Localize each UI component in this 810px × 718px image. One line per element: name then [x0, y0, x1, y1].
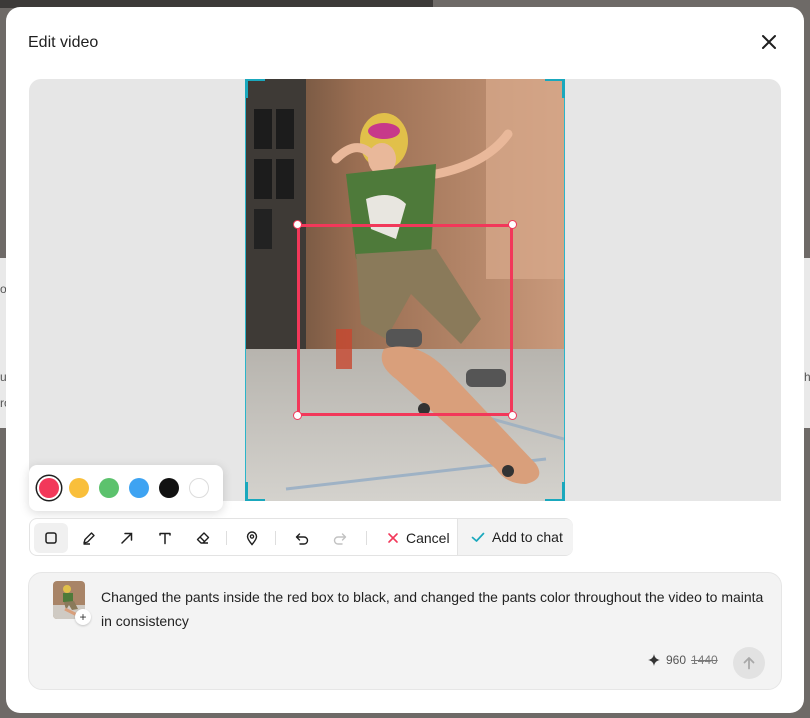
- prompt-box[interactable]: + Changed the pants inside the red box t…: [28, 572, 782, 690]
- toolbar-divider: [275, 531, 276, 545]
- toolbar-divider: [366, 531, 367, 545]
- check-icon: [471, 532, 485, 542]
- color-swatch-yellow[interactable]: [69, 478, 89, 498]
- color-swatch-blue[interactable]: [129, 478, 149, 498]
- cancel-button[interactable]: Cancel: [382, 524, 454, 552]
- video-preview-area: [29, 79, 781, 501]
- color-swatch-red[interactable]: [39, 478, 59, 498]
- color-swatch-green[interactable]: [99, 478, 119, 498]
- prompt-text[interactable]: Changed the pants inside the red box to …: [101, 585, 765, 633]
- credit-original-value: 1440: [691, 653, 718, 667]
- redo-button[interactable]: [327, 525, 353, 551]
- arrow-up-icon: [743, 657, 755, 670]
- annotation-handle-top-left[interactable]: [293, 220, 302, 229]
- edit-video-dialog: Edit video Cancel Add to chat + Changed …: [6, 7, 804, 713]
- undo-button[interactable]: [289, 525, 315, 551]
- rectangle-tool-button[interactable]: [34, 523, 68, 553]
- add-frame-plus[interactable]: +: [75, 609, 91, 625]
- color-swatch-black[interactable]: [159, 478, 179, 498]
- text-tool-button[interactable]: [152, 525, 178, 551]
- close-icon: [762, 35, 776, 49]
- redo-icon: [333, 533, 347, 545]
- eraser-icon: [196, 532, 210, 544]
- toolbar-divider: [226, 531, 227, 545]
- color-palette: [29, 465, 223, 511]
- arrow-tool-button[interactable]: [114, 525, 140, 551]
- annotation-handle-bottom-left[interactable]: [293, 411, 302, 420]
- rectangle-icon: [45, 532, 57, 544]
- annotation-handle-bottom-right[interactable]: [508, 411, 517, 420]
- eraser-tool-button[interactable]: [190, 525, 216, 551]
- annotation-handle-top-right[interactable]: [508, 220, 517, 229]
- dialog-title: Edit video: [28, 34, 99, 51]
- arrow-icon: [121, 532, 133, 544]
- cancel-label: Cancel: [406, 530, 450, 546]
- pen-tool-button[interactable]: [76, 525, 102, 551]
- close-button[interactable]: [758, 31, 780, 53]
- backdrop-text: h: [804, 370, 810, 384]
- credit-value: 960: [666, 653, 687, 667]
- send-button[interactable]: [733, 647, 765, 679]
- annotation-rectangle[interactable]: [297, 224, 513, 416]
- color-swatch-white[interactable]: [189, 478, 209, 498]
- text-icon: [159, 532, 171, 545]
- add-to-chat-label: Add to chat: [492, 529, 563, 545]
- location-tool-button[interactable]: [239, 525, 265, 551]
- credit-cost: 960 1440: [647, 653, 718, 667]
- undo-icon: [295, 533, 309, 545]
- location-pin-icon: [246, 531, 258, 546]
- x-icon: [388, 533, 398, 543]
- annotation-toolbar: Cancel Add to chat: [29, 518, 573, 556]
- sparkle-icon: [648, 654, 660, 666]
- add-to-chat-button[interactable]: Add to chat: [457, 519, 573, 555]
- pen-icon: [83, 532, 95, 545]
